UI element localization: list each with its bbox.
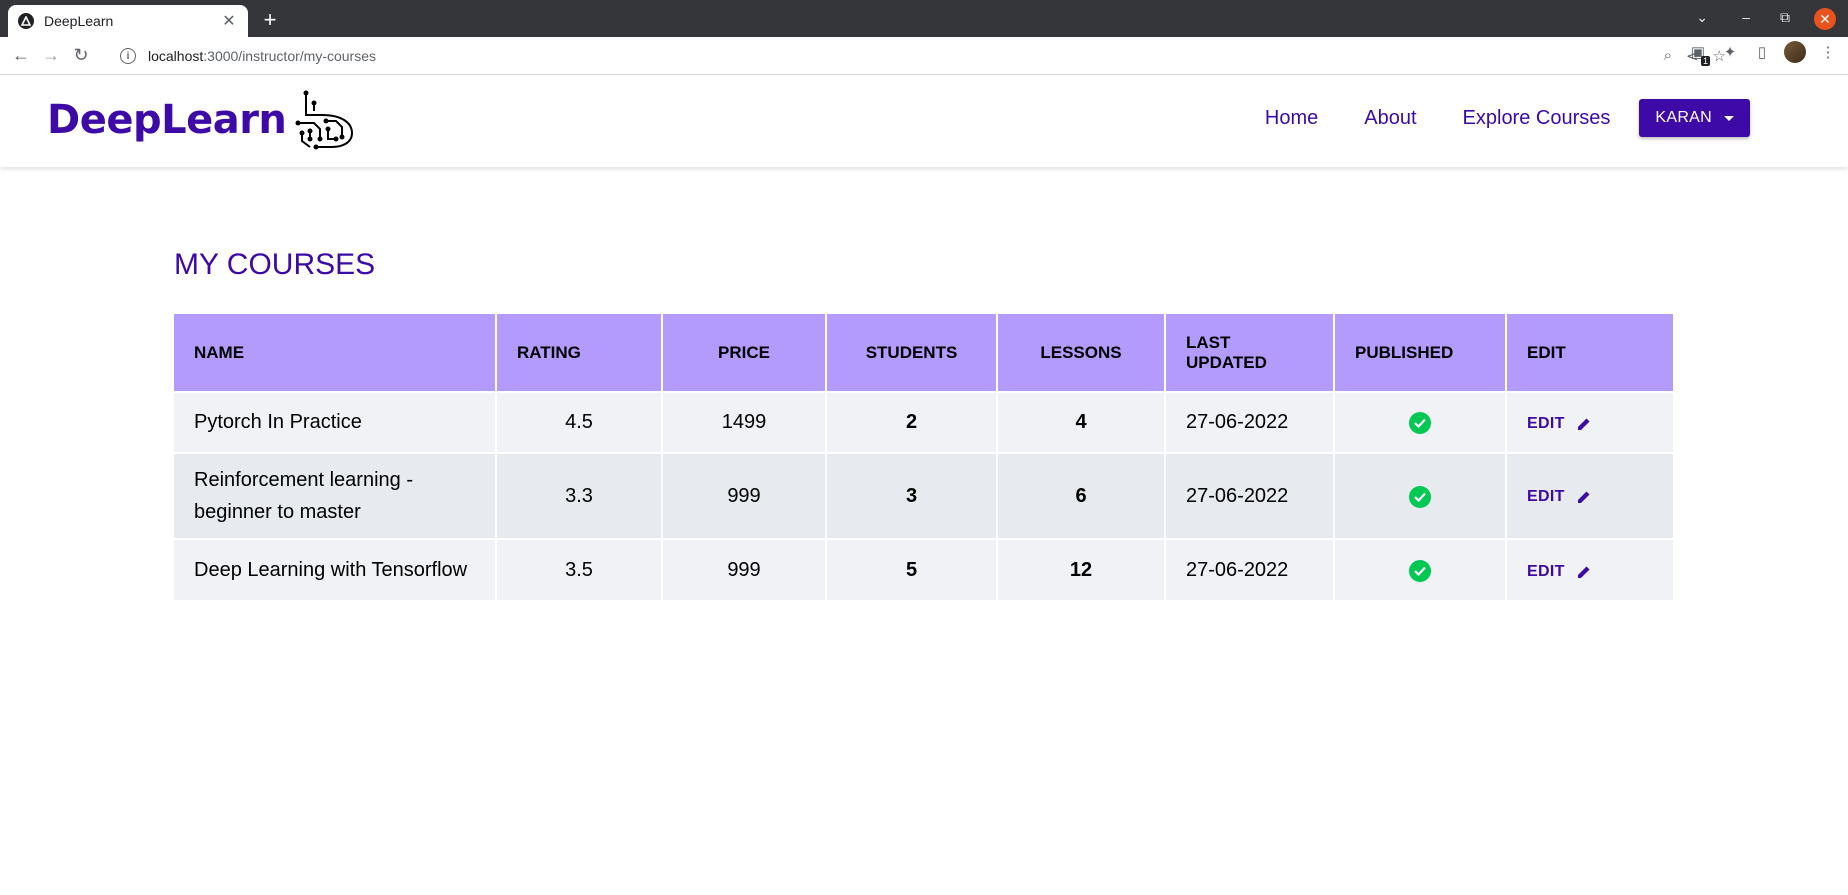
minimize-icon[interactable]: – <box>1742 9 1750 25</box>
brand-name: DeepLearn <box>47 97 287 143</box>
app-header: DeepLearn Home About Explore Courses KAR… <box>0 75 1848 167</box>
extensions-puzzle-icon[interactable]: ✦ <box>1720 42 1740 62</box>
course-price: 999 <box>662 452 827 539</box>
table-row: Deep Learning with Tensorflow 3.5 999 5 … <box>174 538 1673 600</box>
course-lessons: 4 <box>997 391 1166 453</box>
address-bar[interactable]: i localhost:3000/instructor/my-courses ⌕… <box>108 41 1738 71</box>
course-students: 3 <box>826 452 998 539</box>
pencil-icon <box>1577 491 1590 503</box>
nav-about-link[interactable]: About <box>1364 107 1416 130</box>
edit-course-button[interactable]: EDIT <box>1527 563 1591 581</box>
course-name: Deep Learning with Tensorflow <box>174 538 497 600</box>
pencil-icon <box>1577 418 1590 430</box>
edit-course-button[interactable]: EDIT <box>1527 481 1591 513</box>
course-lessons: 6 <box>997 452 1166 539</box>
course-edit: EDIT <box>1506 452 1673 539</box>
forward-icon[interactable]: → <box>36 41 66 71</box>
col-header-rating: RATING <box>496 314 663 392</box>
course-last-updated: 27-06-2022 <box>1165 538 1335 600</box>
course-edit: EDIT <box>1506 538 1673 600</box>
published-check-icon <box>1409 486 1431 508</box>
col-header-lessons: LESSONS <box>997 314 1166 392</box>
table-row: Pytorch In Practice 4.5 1499 2 4 27-06-2… <box>174 391 1673 453</box>
course-rating: 4.5 <box>496 391 663 453</box>
course-name: Reinforcement learning - beginner to mas… <box>174 452 497 539</box>
reload-icon[interactable]: ↻ <box>66 41 96 71</box>
side-panel-icon[interactable]: ▯ <box>1752 42 1772 62</box>
course-students: 2 <box>826 391 998 453</box>
url-text[interactable]: localhost:3000/instructor/my-courses <box>148 48 376 64</box>
course-published <box>1334 538 1507 600</box>
user-menu-label: KARAN <box>1655 109 1712 126</box>
pencil-icon <box>1577 566 1590 578</box>
caret-down-icon <box>1724 115 1734 121</box>
course-published <box>1334 452 1507 539</box>
extension-badge-icon[interactable]: ▣ 1 <box>1688 42 1710 66</box>
course-students: 5 <box>826 538 998 600</box>
course-last-updated: 27-06-2022 <box>1165 391 1335 453</box>
course-rating: 3.5 <box>496 538 663 600</box>
col-header-edit: EDIT <box>1506 314 1673 392</box>
page-title: MY COURSES <box>174 248 376 281</box>
tab-title: DeepLearn <box>44 13 114 29</box>
course-edit: EDIT <box>1506 391 1673 453</box>
col-header-name: NAME <box>174 314 497 392</box>
restore-icon[interactable]: ⧉ <box>1780 9 1790 26</box>
course-name: Pytorch In Practice <box>174 391 497 453</box>
published-check-icon <box>1409 559 1431 582</box>
edit-course-button[interactable]: EDIT <box>1527 415 1591 433</box>
courses-table: NAME RATING PRICE STUDENTS LESSONS LAST … <box>174 314 1673 600</box>
browser-menu-icon[interactable]: ⋮ <box>1818 42 1838 62</box>
col-header-published: PUBLISHED <box>1334 314 1507 392</box>
table-row: Reinforcement learning - beginner to mas… <box>174 452 1673 539</box>
course-price: 1499 <box>662 391 827 453</box>
main-nav: Home About Explore Courses KARAN <box>1265 99 1750 137</box>
zoom-icon[interactable]: ⌕ <box>1664 47 1672 65</box>
col-header-price: PRICE <box>662 314 827 392</box>
circuit-logo-icon <box>295 90 354 150</box>
back-icon[interactable]: ← <box>6 41 36 71</box>
tab-close-icon[interactable]: ✕ <box>220 12 238 30</box>
course-rating: 3.3 <box>496 452 663 539</box>
course-price: 999 <box>662 538 827 600</box>
brand-logo[interactable]: DeepLearn <box>47 89 358 151</box>
col-header-last-updated: LAST UPDATED <box>1165 314 1335 392</box>
profile-avatar[interactable] <box>1784 41 1806 63</box>
user-menu-button[interactable]: KARAN <box>1639 99 1750 137</box>
tab-favicon-icon <box>18 13 34 29</box>
browser-toolbar: ← → ↻ i localhost:3000/instructor/my-cou… <box>0 37 1848 75</box>
browser-tab-strip: DeepLearn ✕ + ⌄ – ⧉ ✕ <box>0 0 1848 37</box>
window-close-icon[interactable]: ✕ <box>1814 8 1836 30</box>
course-published <box>1334 391 1507 453</box>
course-lessons: 12 <box>997 538 1166 600</box>
site-info-icon[interactable]: i <box>120 48 136 64</box>
published-check-icon <box>1409 412 1431 434</box>
tab-search-icon[interactable]: ⌄ <box>1696 9 1708 26</box>
table-header-row: NAME RATING PRICE STUDENTS LESSONS LAST … <box>174 314 1673 392</box>
main-content: MY COURSES NAME RATING PRICE STUDENTS LE… <box>174 248 1674 600</box>
nav-explore-courses-link[interactable]: Explore Courses <box>1463 107 1611 130</box>
col-header-students: STUDENTS <box>826 314 998 392</box>
nav-home-link[interactable]: Home <box>1265 107 1318 130</box>
course-last-updated: 27-06-2022 <box>1165 452 1335 539</box>
browser-tab[interactable]: DeepLearn ✕ <box>8 5 248 37</box>
new-tab-button[interactable]: + <box>258 8 282 32</box>
